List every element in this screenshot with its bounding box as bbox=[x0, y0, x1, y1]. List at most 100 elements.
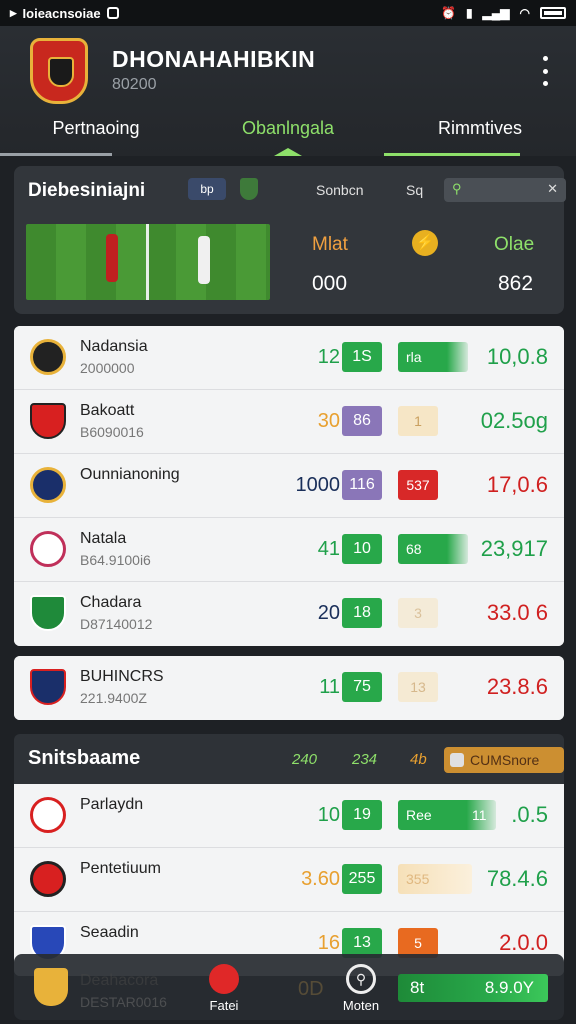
tab-1[interactable]: Pertnaoing bbox=[0, 108, 192, 156]
badge: 116 bbox=[342, 470, 382, 500]
team-a-label: Mlat bbox=[312, 234, 348, 255]
club-logo-icon bbox=[30, 339, 66, 375]
list-item[interactable]: Bakoatt B6090016 30 86 1 02.5og bbox=[14, 390, 564, 454]
tab-3-label: Rimmtives bbox=[438, 118, 522, 138]
bar: Ree 11 bbox=[398, 800, 496, 830]
standings-card-3: Parlaydn 10 19 Ree 11 .0.5 Pentetiuum 3.6… bbox=[14, 784, 564, 976]
team-num: 20 bbox=[317, 602, 340, 624]
shield-icon[interactable] bbox=[240, 178, 258, 200]
badge: 86 bbox=[342, 406, 382, 436]
team-value: 78.4.6 bbox=[486, 866, 548, 891]
app-header: DHONAHAHIBKIN 80200 Pertnaoing Obanlngal… bbox=[0, 26, 576, 156]
section-col-3: 4b bbox=[410, 751, 427, 768]
team-value: 10,0.8 bbox=[486, 344, 548, 369]
badge: 18 bbox=[342, 598, 382, 628]
match-video-thumbnail[interactable] bbox=[26, 224, 270, 300]
section-pill-label: CUMSnore bbox=[470, 752, 540, 768]
vibrate-icon: ▮ bbox=[465, 6, 473, 20]
list-item[interactable]: Nadansia 2000000 12 1S rla 10,0.8 bbox=[14, 326, 564, 390]
club-logo-icon bbox=[30, 797, 66, 833]
bar: 537 bbox=[398, 470, 438, 500]
pill-icon bbox=[450, 753, 464, 767]
team-value: .0.5 bbox=[511, 802, 548, 827]
team-name: Ounnianoning bbox=[80, 466, 180, 483]
page-title: DHONAHAHIBKIN bbox=[112, 46, 316, 72]
signal-icon: ▂▄▆ bbox=[482, 6, 510, 20]
team-num: 30 bbox=[317, 410, 340, 432]
chat-icon bbox=[209, 964, 239, 994]
status-text: Ioieacnsoiae bbox=[22, 5, 101, 21]
arrow-icon: ▸ bbox=[10, 5, 17, 20]
team-num: 41 bbox=[317, 538, 340, 560]
bar-label: Ree bbox=[406, 807, 432, 823]
team-b-label: Olae bbox=[494, 234, 535, 255]
section-pill-button[interactable]: CUMSnore bbox=[444, 747, 564, 773]
search-input[interactable]: ⚲ ✕ bbox=[444, 178, 566, 202]
bottom-pill-left: 8t bbox=[410, 978, 425, 997]
club-logo-icon bbox=[34, 968, 68, 1006]
section-header: Snitsbaame 240 234 4b CUMSnore bbox=[14, 734, 564, 784]
bar: 355 bbox=[398, 864, 472, 894]
club-logo-icon bbox=[30, 595, 66, 631]
wifi-icon: ◠ bbox=[519, 6, 530, 20]
bottom-pill[interactable]: 8t 8.9.0Y bbox=[398, 974, 548, 1002]
team-value: 17,0.6 bbox=[486, 472, 548, 497]
team-name: Bakoatt bbox=[80, 402, 135, 419]
badge: 10 bbox=[342, 534, 382, 564]
list-item[interactable]: Natala B64.9100i6 41 10 68 23,917 bbox=[14, 518, 564, 582]
team-name: Parlaydn bbox=[80, 796, 144, 813]
nav-search-label: Moten bbox=[342, 998, 380, 1013]
sort-label[interactable]: Sonbcn bbox=[316, 182, 363, 198]
search-icon: ⚲ bbox=[452, 181, 462, 196]
bar: 3 bbox=[398, 598, 438, 628]
nav-feed-button[interactable]: Fatei bbox=[202, 964, 246, 1016]
team-value: 23,917 bbox=[480, 536, 548, 561]
list-item[interactable]: BUHINCRS 221.9400Z 11 75 13 23.8.6 bbox=[14, 656, 564, 720]
bar: 1 bbox=[398, 406, 438, 436]
tab-3[interactable]: Rimmtives bbox=[384, 108, 576, 156]
team-num: 16 bbox=[317, 932, 340, 954]
team-num: 11 bbox=[319, 676, 340, 698]
bar: 68 bbox=[398, 534, 468, 564]
list-item[interactable]: Ounnianoning 1000 116 537 17,0.6 bbox=[14, 454, 564, 518]
live-panel-title: Diebesiniajni bbox=[28, 180, 146, 201]
team-crest-icon bbox=[30, 38, 88, 104]
team-a-value: 000 bbox=[312, 272, 348, 295]
bottom-team-num: 0D bbox=[298, 978, 324, 1000]
team-name: Nadansia bbox=[80, 338, 148, 355]
more-options-icon[interactable] bbox=[536, 56, 554, 86]
list-item[interactable]: Pentetiuum 3.60 255 355 78.4.6 bbox=[14, 848, 564, 912]
club-logo-icon bbox=[30, 669, 66, 705]
bar-label-2: 11 bbox=[472, 807, 487, 823]
nav-search-button[interactable]: ⚲ Moten bbox=[336, 964, 386, 1016]
battery-icon bbox=[540, 7, 566, 19]
club-logo-icon bbox=[30, 467, 66, 503]
tab-1-label: Pertnaoing bbox=[52, 118, 140, 138]
standings-card-2: BUHINCRS 221.9400Z 11 75 13 23.8.6 bbox=[14, 656, 564, 720]
nav-feed-label: Fatei bbox=[209, 998, 239, 1013]
bottom-team-name: Deahacora bbox=[80, 972, 159, 989]
tab-2[interactable]: Obanlngala bbox=[192, 108, 384, 156]
team-name: Seaadin bbox=[80, 924, 139, 941]
live-match-panel: Diebesiniajni bp Sonbcn Sq ⚲ ✕ Mlat ⚡ Ol… bbox=[14, 166, 566, 314]
bolt-icon: ⚡ bbox=[412, 230, 438, 256]
standings-card-1: Nadansia 2000000 12 1S rla 10,0.8 Bakoat… bbox=[14, 326, 564, 646]
list-item[interactable]: Parlaydn 10 19 Ree 11 .0.5 bbox=[14, 784, 564, 848]
team-b-value: 862 bbox=[498, 272, 534, 295]
team-sub: 2000000 bbox=[80, 360, 135, 376]
sort-icon[interactable]: Sq bbox=[406, 182, 423, 198]
club-logo-icon bbox=[30, 403, 66, 439]
bar: 13 bbox=[398, 672, 438, 702]
team-sub: D87140012 bbox=[80, 616, 153, 632]
team-value: 23.8.6 bbox=[486, 674, 548, 699]
page-subtitle: 80200 bbox=[112, 76, 157, 93]
team-num: 1000 bbox=[295, 474, 341, 496]
team-value: 2.0.0 bbox=[499, 930, 548, 955]
badge: 1S bbox=[342, 342, 382, 372]
clear-icon[interactable]: ✕ bbox=[547, 181, 558, 197]
tag-badge[interactable]: bp bbox=[188, 178, 226, 200]
badge: 75 bbox=[342, 672, 382, 702]
team-value: 33.0 6 bbox=[486, 600, 548, 625]
team-value: 02.5og bbox=[480, 408, 548, 433]
list-item[interactable]: Chadara D87140012 20 18 3 33.0 6 bbox=[14, 582, 564, 646]
